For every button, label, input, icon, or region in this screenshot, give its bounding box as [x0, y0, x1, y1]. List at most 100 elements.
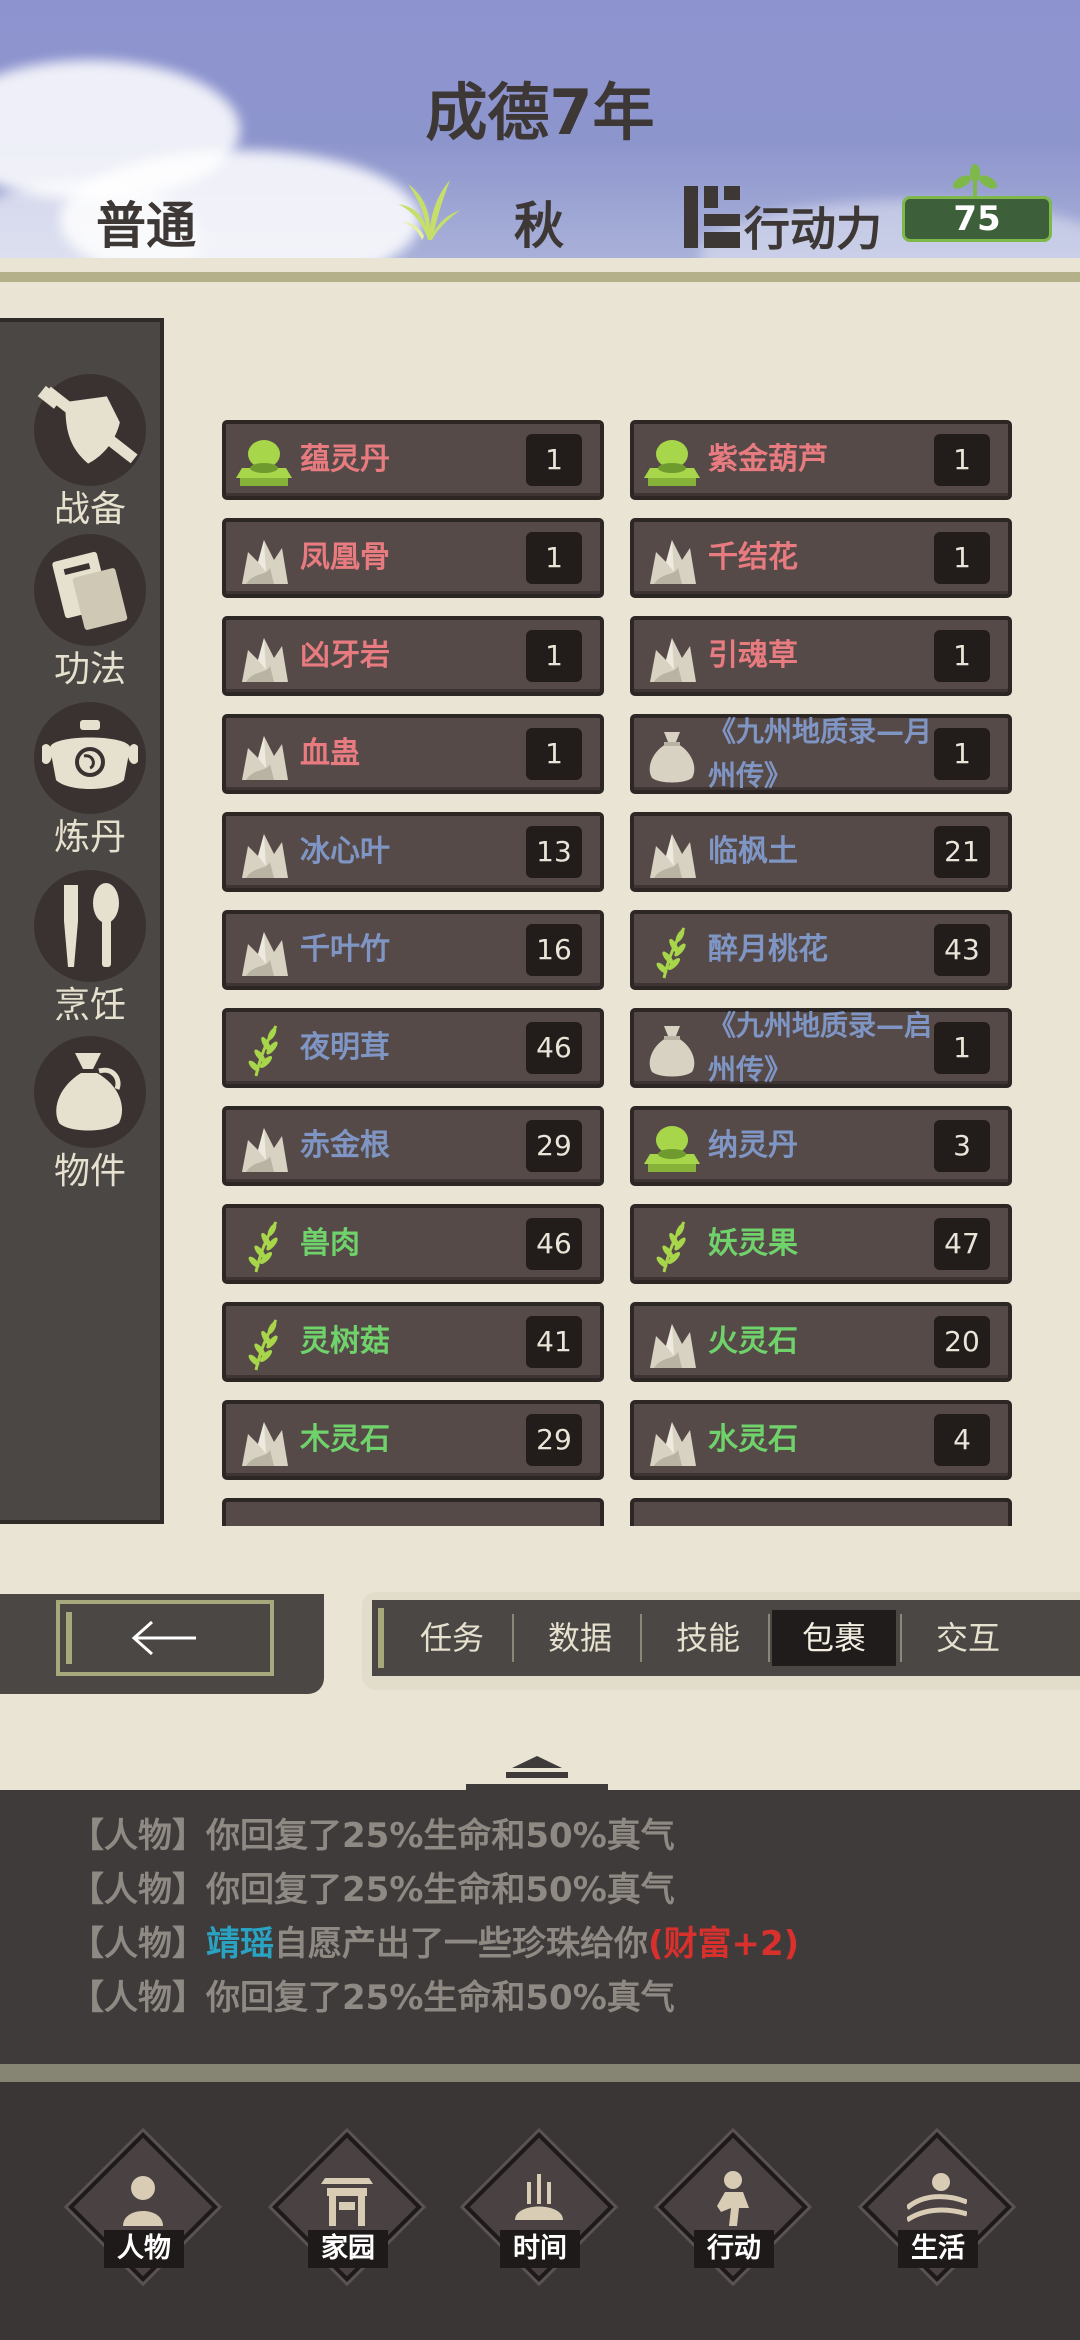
inventory-slot[interactable]: 凤凰骨 1	[222, 518, 604, 598]
tab-divider	[768, 1614, 770, 1662]
log-entry: 【人物】靖瑶自愿产出了一些珍珠给你(财富+2)	[70, 1916, 799, 1965]
ore-icon	[236, 1120, 292, 1176]
item-count: 1	[934, 532, 990, 584]
item-count: 41	[526, 1316, 582, 1368]
ore-icon	[644, 532, 700, 588]
item-name: 血蛊	[300, 736, 360, 771]
category-items[interactable]: 物件	[30, 1036, 150, 1194]
item-count: 1	[526, 532, 582, 584]
item-count: 29	[526, 1120, 582, 1172]
season-label: 秋	[514, 197, 564, 255]
pill-icon	[644, 434, 700, 490]
tab-divider	[512, 1614, 514, 1662]
herb-icon	[236, 1022, 292, 1078]
message-log: 【人物】你回复了25%生命和50%真气 【人物】你回复了25%生命和50%真气 …	[0, 1790, 1080, 2064]
log-entry: 【人物】你回复了25%生命和50%真气	[70, 1862, 675, 1911]
inventory-slot[interactable]	[630, 1498, 1012, 1526]
inventory-slot[interactable]: 妖灵果 47	[630, 1204, 1012, 1284]
item-count: 3	[934, 1120, 990, 1172]
ore-icon	[236, 728, 292, 784]
log-npc-name[interactable]: 靖瑶	[206, 1924, 274, 1964]
item-name: 夜明茸	[300, 1030, 390, 1065]
inventory-slot[interactable]: 夜明茸 46	[222, 1008, 604, 1088]
inventory-slot[interactable]: 临枫土 21	[630, 812, 1012, 892]
nav-label: 行动	[694, 2230, 774, 2268]
tab-interact[interactable]: 交互	[906, 1610, 1030, 1666]
inventory-slot[interactable]: 《九州地质录—启州传》 1	[630, 1008, 1012, 1088]
inventory-slot[interactable]: 紫金葫芦 1	[630, 420, 1012, 500]
item-count: 1	[526, 434, 582, 486]
item-name: 千叶竹	[300, 932, 390, 967]
nav-home[interactable]: 家园	[272, 2132, 422, 2286]
category-cooking[interactable]: 烹饪	[30, 870, 150, 1028]
tab-skills[interactable]: 技能	[646, 1610, 770, 1666]
category-techniques[interactable]: 功法	[30, 534, 150, 692]
item-name: 妖灵果	[708, 1226, 798, 1261]
item-count: 46	[526, 1218, 582, 1270]
nav-time[interactable]: 时间	[464, 2132, 614, 2286]
inventory-slot[interactable]: 千叶竹 16	[222, 910, 604, 990]
inventory-slot[interactable]: 木灵石 29	[222, 1400, 604, 1480]
ore-icon	[236, 630, 292, 686]
inventory-slot[interactable]: 兽肉 46	[222, 1204, 604, 1284]
hourglass-icon	[515, 2174, 563, 2220]
category-battle-gear[interactable]: 战备	[30, 374, 150, 532]
tab-tasks[interactable]: 任务	[390, 1610, 514, 1666]
item-count: 16	[526, 924, 582, 976]
inventory-slot[interactable]: 千结花 1	[630, 518, 1012, 598]
gate-icon	[321, 2178, 373, 2226]
pouch-icon	[56, 1053, 123, 1131]
ore-icon	[236, 826, 292, 882]
pill-icon	[236, 434, 292, 490]
inventory-slot[interactable]: 赤金根 29	[222, 1106, 604, 1186]
item-name: 《九州地质录—启州传》	[708, 1009, 933, 1086]
inventory-slot[interactable]: 血蛊 1	[222, 714, 604, 794]
item-name: 紫金葫芦	[708, 442, 828, 477]
inventory-slot[interactable]: 灵树菇 41	[222, 1302, 604, 1382]
inventory-slot[interactable]: 《九州地质录—月州传》 1	[630, 714, 1012, 794]
inventory-slot[interactable]: 纳灵丹 3	[630, 1106, 1012, 1186]
log-divider	[0, 2064, 1080, 2082]
nav-character[interactable]: 人物	[68, 2132, 218, 2286]
log-entry: 【人物】你回复了25%生命和50%真气	[70, 1970, 675, 2019]
inventory-slot[interactable]: 冰心叶 13	[222, 812, 604, 892]
inventory-slot[interactable]: 蕴灵丹 1	[222, 420, 604, 500]
inventory-slot[interactable]	[222, 1498, 604, 1526]
item-name: 千结花	[708, 540, 798, 575]
log-expand-handle-icon[interactable]	[466, 1754, 608, 1790]
category-alchemy[interactable]: 炼丹	[30, 702, 150, 860]
item-name: 灵树菇	[300, 1324, 390, 1359]
item-name: 醉月桃花	[708, 932, 828, 967]
back-button[interactable]	[56, 1600, 274, 1676]
tab-data[interactable]: 数据	[518, 1610, 642, 1666]
item-count: 20	[934, 1316, 990, 1368]
autumn-grass-icon	[398, 180, 460, 240]
tab-divider	[900, 1614, 902, 1662]
inventory-slot[interactable]: 醉月桃花 43	[630, 910, 1012, 990]
landscape-icon	[907, 2173, 967, 2223]
item-count: 29	[526, 1414, 582, 1466]
log-prefix: 【人物】	[70, 1924, 206, 1964]
inventory-grid: 蕴灵丹 1 紫金葫芦 1 凤凰骨 1 千结花 1 凶牙岩 1 引魂草 1 血蛊 1 《九州地质录—月州传》 1…	[210, 420, 1030, 1526]
pill-icon	[644, 1120, 700, 1176]
nav-action[interactable]: 行动	[658, 2132, 808, 2286]
year-title: 成德7年	[425, 76, 655, 149]
utensils-icon	[64, 883, 119, 967]
inventory-slot[interactable]: 火灵石 20	[630, 1302, 1012, 1382]
inventory-slot[interactable]: 凶牙岩 1	[222, 616, 604, 696]
nav-life[interactable]: 生活	[862, 2132, 1012, 2286]
action-points-label: 行动力	[744, 202, 882, 256]
top-header: 成德7年 普通 秋 行动力 75	[0, 0, 1080, 258]
item-count: 46	[526, 1022, 582, 1074]
inventory-slot[interactable]: 水灵石 4	[630, 1400, 1012, 1480]
item-count: 1	[934, 728, 990, 780]
inventory-slot[interactable]: 引魂草 1	[630, 616, 1012, 696]
tab-inventory[interactable]: 包裹	[772, 1610, 896, 1666]
runner-icon	[717, 2171, 749, 2226]
item-name: 《九州地质录—月州传》	[708, 715, 933, 792]
category-sidebar: 战备 功法 炼丹 烹饪 物件	[0, 318, 164, 1524]
action-points-icon	[684, 186, 740, 248]
tab-bar: 任务 数据 技能 包裹 交互	[372, 1600, 1080, 1676]
item-name: 兽肉	[300, 1226, 360, 1261]
sprout-icon	[952, 164, 998, 200]
